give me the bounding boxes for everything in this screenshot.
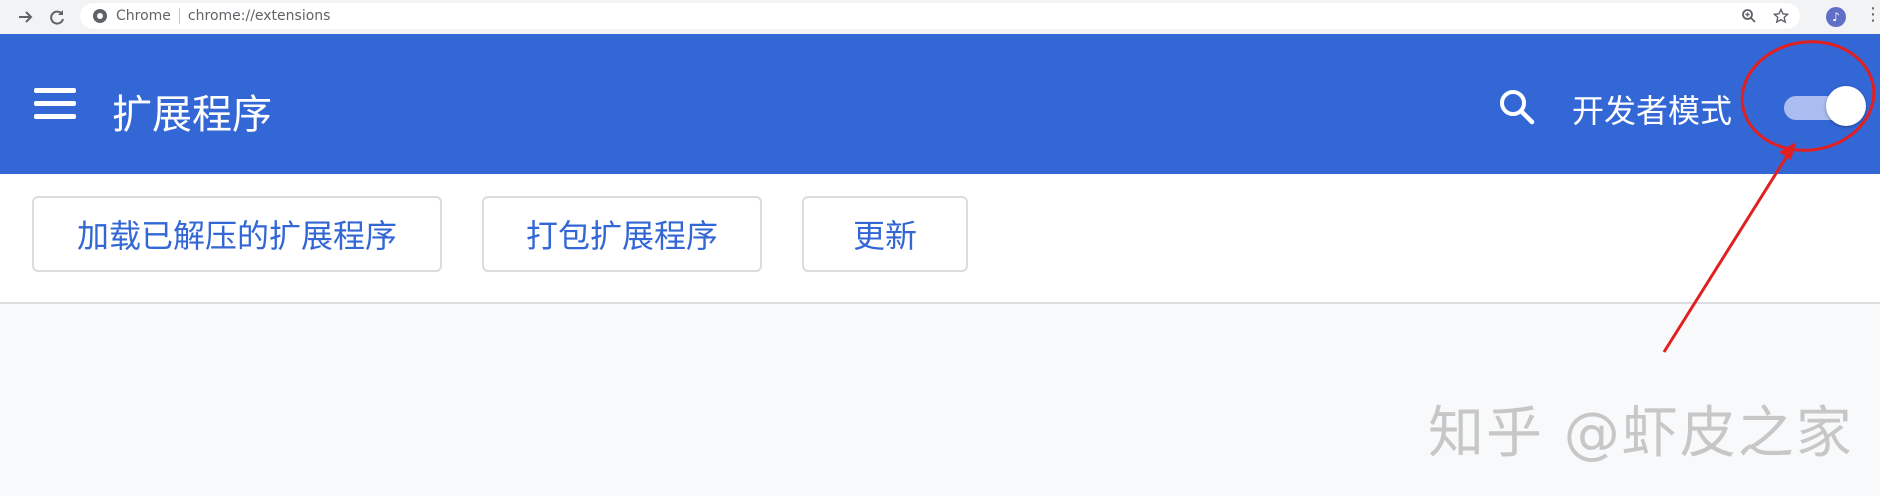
omnibox-actions [1740,3,1800,29]
more-menu-icon[interactable]: ⋮ [1864,4,1880,25]
developer-mode-toggle[interactable] [1784,86,1866,126]
page-title: 扩展程序 [112,92,272,138]
site-label: Chrome [116,8,171,24]
developer-mode-label: 开发者模式 [1572,92,1733,130]
bookmark-star-icon[interactable] [1772,7,1790,25]
pack-extension-button[interactable]: 打包扩展程序 [482,196,762,272]
zoom-icon[interactable] [1740,7,1758,25]
update-button[interactable]: 更新 [802,196,968,272]
address-bar[interactable]: Chrome chrome://extensions [80,3,1800,29]
toggle-knob[interactable] [1826,86,1866,126]
reload-icon[interactable] [44,4,70,30]
extensions-header: 扩展程序 开发者模式 [0,34,1880,174]
search-icon[interactable] [1496,86,1540,130]
profile-avatar[interactable]: ♪ [1826,7,1846,27]
hamburger-menu-icon[interactable] [34,86,78,122]
forward-icon[interactable] [12,4,38,30]
chrome-icon [92,8,108,24]
browser-toolbar: Chrome chrome://extensions ♪ ⋮ [0,0,1880,35]
watermark: 知乎 @虾皮之家 [1428,401,1854,466]
url-text[interactable]: chrome://extensions [188,8,331,24]
screen: Chrome chrome://extensions ♪ ⋮ 扩展程序 开发者模… [0,0,1880,496]
load-unpacked-button[interactable]: 加载已解压的扩展程序 [32,196,442,272]
divider [178,8,180,24]
developer-toolbar: 加载已解压的扩展程序 打包扩展程序 更新 [0,174,1880,304]
